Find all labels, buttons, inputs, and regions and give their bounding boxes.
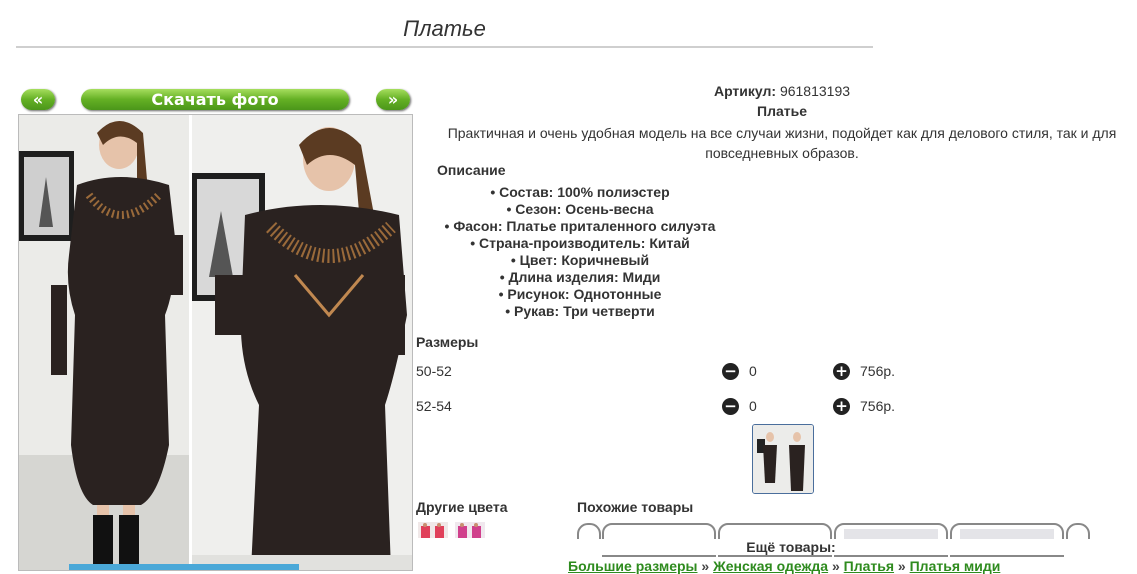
color-swatch[interactable] — [418, 522, 448, 538]
minus-icon[interactable]: − — [722, 398, 739, 415]
product-name: Платье — [757, 103, 807, 119]
photo-thumbnail[interactable] — [752, 424, 814, 494]
color-swatch[interactable] — [455, 522, 485, 538]
spec-item: Сезон: Осень-весна — [436, 201, 724, 218]
breadcrumb-link[interactable]: Женская одежда — [713, 558, 828, 574]
product-photo-image — [19, 115, 412, 570]
spec-item: Длина изделия: Миди — [436, 269, 724, 286]
other-colors-heading: Другие цвета — [416, 499, 508, 515]
spec-item: Цвет: Коричневый — [436, 252, 724, 269]
product-description: Практичная и очень удобная модель на все… — [447, 125, 1117, 161]
spec-list: Состав: 100% полиэстер Сезон: Осень-весн… — [436, 184, 724, 320]
size-price: 756р. — [860, 398, 896, 414]
breadcrumb-separator: » — [701, 558, 710, 574]
thumbnail-image — [753, 425, 813, 493]
size-quantity: 0 — [749, 363, 757, 379]
spec-item: Состав: 100% полиэстер — [436, 184, 724, 201]
similar-products-heading: Похожие товары — [577, 499, 694, 515]
article-line: Артикул: 961813193 — [416, 83, 1137, 99]
photo-scroll-bar[interactable] — [69, 564, 299, 570]
download-photo-button[interactable]: Скачать фото — [81, 89, 349, 110]
article-value: 961813193 — [779, 83, 851, 99]
page-title: Платье — [403, 16, 486, 41]
breadcrumb-link[interactable]: Большие размеры — [568, 558, 698, 574]
spec-item: Страна-производитель: Китай — [436, 235, 724, 252]
breadcrumb-separator: » — [831, 558, 840, 574]
photo-divider — [189, 115, 192, 570]
title-divider — [16, 46, 873, 48]
category-breadcrumb: Большие размеры » Женская одежда » Плать… — [568, 558, 1000, 574]
breadcrumb-link[interactable]: Платья миди — [910, 558, 1001, 574]
breadcrumb-link[interactable]: Платья — [844, 558, 894, 574]
size-label: 50-52 — [416, 363, 452, 379]
article-label: Артикул: — [713, 83, 777, 99]
plus-icon[interactable]: + — [833, 398, 850, 415]
product-photo — [18, 114, 413, 571]
description-heading: Описание — [437, 162, 506, 178]
plus-icon[interactable]: + — [833, 363, 850, 380]
sizes-heading: Размеры — [416, 334, 479, 350]
minus-icon[interactable]: − — [722, 363, 739, 380]
more-products-heading: Ещё товары: — [416, 539, 1137, 555]
size-label: 52-54 — [416, 398, 452, 414]
breadcrumb-separator: » — [897, 558, 906, 574]
spec-item: Фасон: Платье приталенного силуэта — [436, 218, 724, 235]
spec-item: Рукав: Три четверти — [436, 303, 724, 320]
spec-item: Рисунок: Однотонные — [436, 286, 724, 303]
next-photo-button[interactable]: » — [376, 89, 410, 110]
size-price: 756р. — [860, 363, 896, 379]
prev-photo-button[interactable]: « — [21, 89, 55, 110]
size-quantity: 0 — [749, 398, 757, 414]
